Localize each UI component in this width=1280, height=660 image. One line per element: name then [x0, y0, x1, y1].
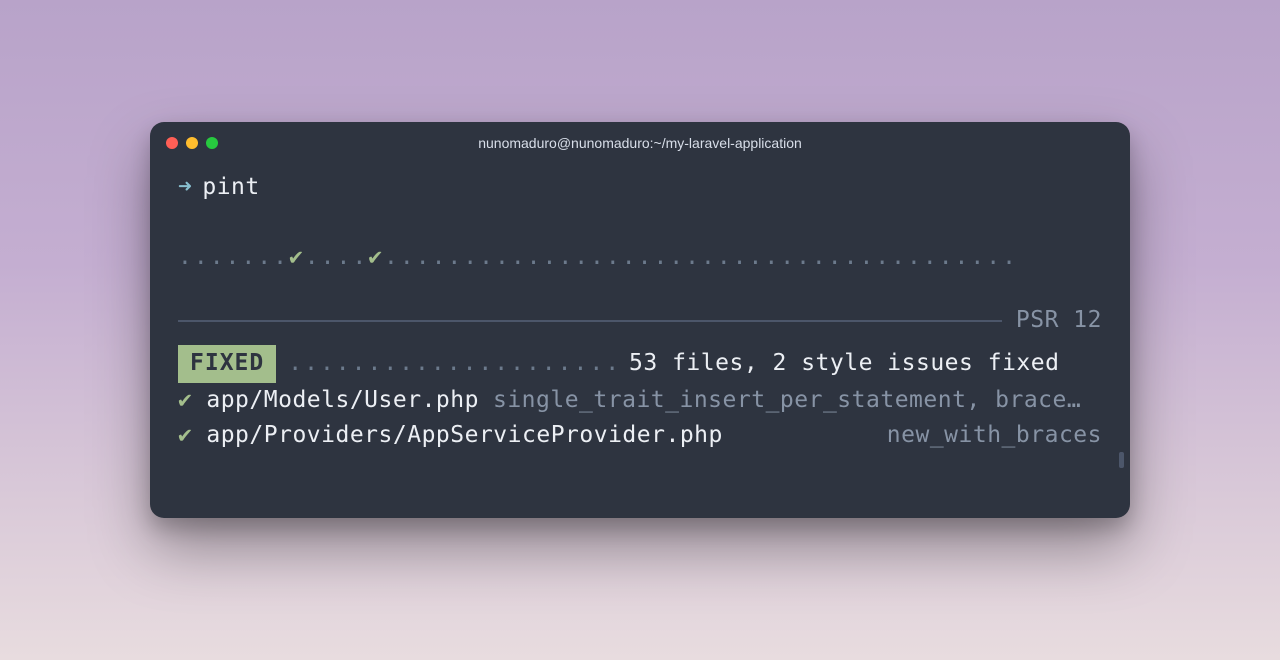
summary-text: 53 files, 2 style issues fixed [629, 346, 1059, 382]
minimize-icon[interactable] [186, 137, 198, 149]
file-fixers: single_trait_insert_per_statement, brace… [493, 383, 1102, 419]
window-title: nunomaduro@nunomaduro:~/my-laravel-appli… [166, 135, 1114, 151]
scrollbar-thumb[interactable] [1119, 452, 1124, 468]
traffic-lights [166, 137, 218, 149]
progress-dots: ........................................ [384, 240, 1018, 276]
maximize-icon[interactable] [206, 137, 218, 149]
file-row: ✔ app/Providers/AppServiceProvider.php n… [178, 418, 1102, 454]
file-path: app/Providers/AppServiceProvider.php [206, 418, 723, 454]
divider-line [178, 320, 1002, 322]
progress-dots: ....... [178, 240, 289, 276]
preset-label: PSR 12 [1016, 303, 1102, 339]
file-row: ✔ app/Models/User.php single_trait_inser… [178, 383, 1102, 419]
terminal-window: nunomaduro@nunomaduro:~/my-laravel-appli… [150, 122, 1130, 518]
summary-dots: ..................... [288, 346, 621, 382]
summary-row: FIXED ..................... 53 files, 2 … [178, 345, 1102, 383]
command-text: pint [202, 170, 259, 206]
terminal-body[interactable]: ➜ pint ....... ✔ .... ✔ ................… [150, 164, 1130, 518]
close-icon[interactable] [166, 137, 178, 149]
titlebar: nunomaduro@nunomaduro:~/my-laravel-appli… [150, 122, 1130, 164]
check-icon: ✔ [368, 240, 384, 276]
divider-row: PSR 12 [178, 303, 1102, 339]
check-icon: ✔ [289, 240, 305, 276]
status-badge: FIXED [178, 345, 276, 383]
file-fixers: new_with_braces [737, 418, 1102, 454]
progress-dots: .... [305, 240, 368, 276]
prompt-line: ➜ pint [178, 170, 1102, 206]
progress-line: ....... ✔ .... ✔ .......................… [178, 240, 1102, 276]
check-icon: ✔ [178, 418, 192, 454]
check-icon: ✔ [178, 383, 192, 419]
prompt-arrow-icon: ➜ [178, 170, 192, 206]
file-path: app/Models/User.php [206, 383, 479, 419]
